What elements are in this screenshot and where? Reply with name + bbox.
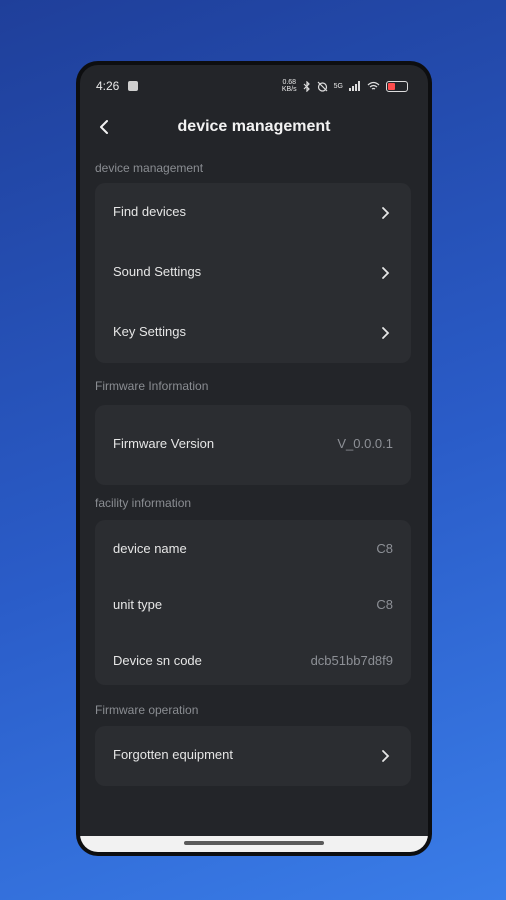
section-label-facility-information: facility information <box>95 496 192 510</box>
sound-settings-item[interactable]: Sound Settings <box>95 243 411 303</box>
page-title: device management <box>177 118 331 135</box>
firmware-version-value: V_0.0.0.1 <box>337 436 393 451</box>
cellular-signal-icon <box>349 81 360 91</box>
device-name-value: C8 <box>376 541 393 556</box>
forgotten-equipment-label: Forgotten equipment <box>113 747 233 762</box>
network-speed: 0.68 KB/s <box>281 79 297 93</box>
key-settings-item[interactable]: Key Settings <box>95 303 411 363</box>
app-screen: 4:26 0.68 KB/s 5G device management devi… <box>80 65 428 852</box>
device-management-card: Find devices Sound Settings Key Settings <box>95 183 411 363</box>
page-header: device management <box>80 113 428 141</box>
chevron-right-icon <box>382 267 390 279</box>
unit-type-row: unit type C8 <box>95 576 411 636</box>
alarm-off-icon <box>317 81 328 92</box>
facility-information-card: device name C8 unit type C8 Device sn co… <box>95 520 411 685</box>
firmware-information-card: Firmware Version V_0.0.0.1 <box>95 405 411 485</box>
device-name-label: device name <box>113 541 187 556</box>
find-devices-item[interactable]: Find devices <box>95 183 411 243</box>
section-label-firmware-information: Firmware Information <box>95 379 209 393</box>
status-bar: 4:26 0.68 KB/s 5G <box>80 75 428 95</box>
battery-level <box>388 82 395 90</box>
unit-type-value: C8 <box>376 597 393 612</box>
sound-settings-label: Sound Settings <box>113 264 202 279</box>
chevron-right-icon <box>382 327 390 339</box>
chevron-right-icon <box>382 750 390 762</box>
forgotten-equipment-item[interactable]: Forgotten equipment <box>95 726 411 786</box>
device-name-row: device name C8 <box>95 520 411 580</box>
wifi-icon <box>367 81 380 90</box>
status-time: 4:26 <box>96 79 120 93</box>
navigation-bar <box>80 836 428 852</box>
device-sn-value: dcb51bb7d8f9 <box>310 653 393 668</box>
firmware-version-row: Firmware Version V_0.0.0.1 <box>95 415 411 475</box>
battery-icon <box>386 80 408 92</box>
section-label-firmware-operation: Firmware operation <box>95 703 199 717</box>
home-indicator[interactable] <box>184 841 324 845</box>
firmware-operation-card: Forgotten equipment <box>95 726 411 786</box>
find-devices-label: Find devices <box>113 204 186 219</box>
key-settings-label: Key Settings <box>113 324 186 339</box>
section-label-device-management: device management <box>95 161 204 175</box>
signal-type: 5G <box>333 82 343 90</box>
firmware-version-label: Firmware Version <box>113 436 215 451</box>
phone-frame: 4:26 0.68 KB/s 5G device management devi… <box>76 61 432 856</box>
notification-app-icon <box>128 81 138 91</box>
chevron-right-icon <box>382 207 390 219</box>
device-sn-row: Device sn code dcb51bb7d8f9 <box>95 632 411 692</box>
bluetooth-icon <box>303 80 310 92</box>
status-icons: 0.68 KB/s 5G <box>282 79 408 93</box>
unit-type-label: unit type <box>113 597 163 612</box>
device-sn-label: Device sn code <box>113 653 202 668</box>
